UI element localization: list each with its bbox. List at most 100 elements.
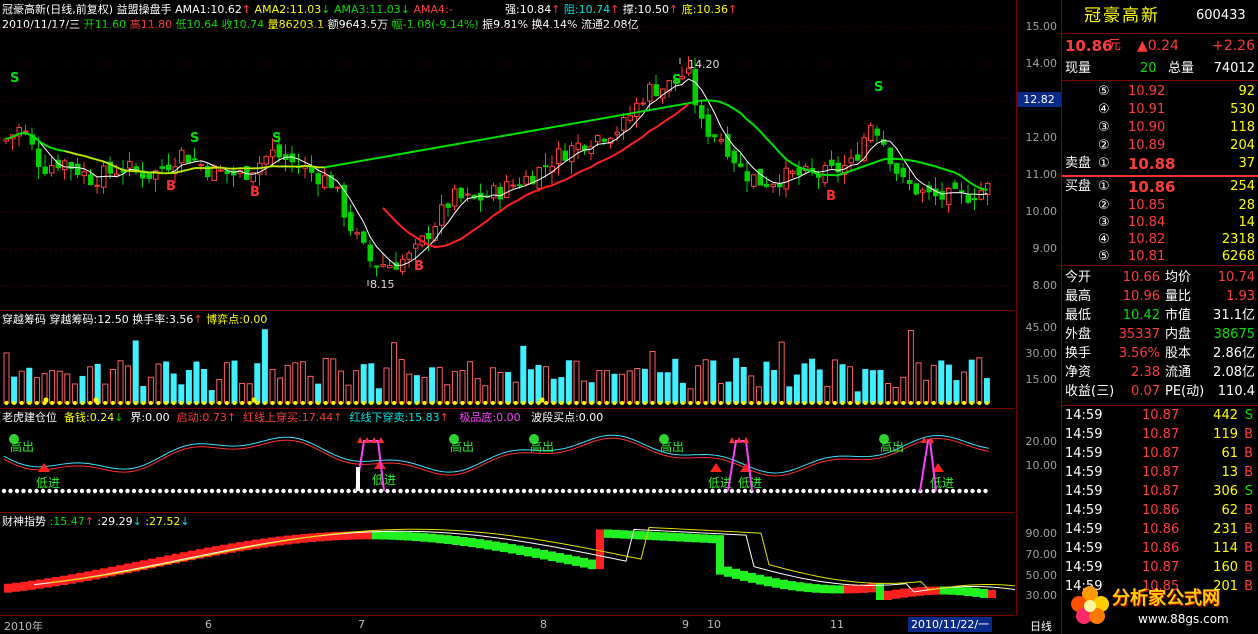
base-dot (216, 488, 221, 494)
chip-dot (285, 401, 290, 405)
flower-logo-icon (1071, 586, 1109, 624)
candle-body (335, 186, 341, 189)
trend-segment (548, 551, 556, 562)
chip-bar (892, 386, 899, 404)
stat-row-1: 最高 10.96 量比 1.93 (1062, 287, 1257, 307)
tick-row-7[interactable]: 14:59 10.86 114 B (1062, 539, 1257, 559)
base-dot (794, 488, 800, 494)
base-dot (450, 488, 455, 494)
tick-vol: 62 (1221, 503, 1238, 518)
trend-segment (12, 582, 20, 592)
base-dot (326, 488, 332, 494)
main-axis-tick-0: 15.00 (1025, 20, 1058, 33)
trend-segment (748, 572, 756, 583)
chip-bar (801, 363, 808, 404)
trend-segment (724, 566, 732, 577)
candle-body (270, 149, 276, 158)
base-dot (820, 488, 826, 494)
base-dot (495, 488, 501, 494)
chip-dot (19, 401, 24, 405)
ask-row-3: ② 10.89 204 (1062, 136, 1257, 156)
chip-bar (862, 368, 869, 404)
chip-dot (460, 401, 465, 405)
candle-body (36, 148, 42, 167)
chip-bar (345, 384, 352, 404)
base-dot (320, 488, 325, 494)
axis-label-jun: 6 (205, 618, 212, 631)
stat-value-a: 35337 (1118, 327, 1160, 342)
chip-bar (915, 362, 922, 404)
chip-bar (816, 369, 823, 404)
base-dot (885, 488, 891, 494)
chip-bar (603, 370, 610, 404)
tick-row-5[interactable]: 14:59 10.86 62 B (1062, 501, 1257, 521)
candle-body (939, 191, 945, 200)
main-chart-panel[interactable]: 冠豪高新(日线,前复权) 益盟操盘手 AMA1:10.62↑ AMA2:11.0… (0, 0, 1015, 311)
tick-row-6[interactable]: 14:59 10.86 231 B (1062, 520, 1257, 540)
candle-body (946, 187, 952, 206)
tick-time: 14:59 (1065, 427, 1103, 442)
chip-dot (513, 401, 518, 405)
trend-segment (764, 576, 772, 587)
chip-bar (953, 380, 960, 404)
base-dot (697, 488, 702, 494)
base-dot (983, 488, 988, 494)
tick-row-2[interactable]: 14:59 10.87 61 B (1062, 444, 1257, 464)
now-vol-label: 现量 (1065, 61, 1092, 76)
tick-row-8[interactable]: 14:59 10.87 160 B (1062, 558, 1257, 578)
main-axis-tick-4: 11.00 (1025, 168, 1058, 181)
base-dot (365, 488, 371, 494)
stat-row-3: 外盘 35337 内盘 38675 (1062, 325, 1257, 345)
chip-dot (217, 401, 222, 405)
base-dot (775, 488, 780, 494)
stat-label-b: 内盘 (1165, 327, 1192, 342)
chip-bar (786, 386, 793, 404)
chip-bar (923, 379, 930, 404)
trend-segment (700, 534, 708, 543)
tick-price: 10.87 (1142, 465, 1180, 480)
candlestick-chart[interactable]: S S S S S B B B B 14.20 8.15 (0, 0, 1015, 310)
period-label[interactable]: 日线 (1030, 618, 1052, 634)
chip-dot (627, 401, 632, 405)
chip-bar (147, 376, 154, 404)
chip-dot (574, 401, 579, 405)
base-dot (170, 488, 176, 494)
chip-dot (528, 401, 533, 405)
chip-dot (612, 401, 617, 405)
ask1-vol: 37 (1238, 156, 1255, 171)
base-dot (957, 488, 962, 494)
chip-bar (596, 370, 603, 404)
wealth-indicator-panel[interactable]: 财神指势 :15.47↑ :29.29↓ :27.52↓ (0, 513, 1015, 616)
base-dot (892, 488, 897, 494)
chip-dot (376, 401, 381, 405)
candle-body (848, 157, 854, 164)
chip-dot (946, 401, 951, 405)
ask1-level: ① (1098, 156, 1110, 171)
base-dot (833, 488, 839, 494)
candle-body (562, 150, 568, 161)
chip-bar (755, 386, 762, 404)
tiger-indicator-panel[interactable]: 老虎建仓位 备钱:0.24↓ 界:0.00 启动:0.73↑ 红线上穿买:17.… (0, 409, 1015, 513)
chip-dot (741, 401, 746, 405)
tick-time: 14:59 (1065, 541, 1103, 556)
tick-row-3[interactable]: 14:59 10.87 13 B (1062, 463, 1257, 483)
base-dot (807, 488, 813, 494)
chip-bar (94, 363, 101, 404)
chip-dot (300, 401, 305, 405)
chip-indicator-panel[interactable]: 穿越筹码 穿越筹码:12.50 换手率:3.56↑ 博弈点:0.00 (0, 311, 1015, 409)
chip-dot (202, 401, 207, 405)
stat-value-a: 0.07 (1131, 384, 1160, 399)
chip-bar (527, 369, 534, 404)
chip-bar (459, 370, 466, 404)
buy-signal: B (166, 179, 176, 194)
candle-body (387, 265, 393, 269)
trend-segment (732, 568, 740, 579)
date-axis[interactable]: 2010年 6 7 8 9 10 11 2010/11/22/一 日线 (0, 616, 1060, 634)
tick-row-4[interactable]: 14:59 10.87 306 S (1062, 482, 1257, 502)
base-dot (976, 488, 982, 494)
chip-dot (604, 401, 609, 405)
tick-row-1[interactable]: 14:59 10.87 119 B (1062, 425, 1257, 445)
tick-row-0[interactable]: 14:59 10.87 442 S (1062, 406, 1257, 426)
tick-vol: 13 (1221, 465, 1238, 480)
base-dot (112, 488, 117, 494)
